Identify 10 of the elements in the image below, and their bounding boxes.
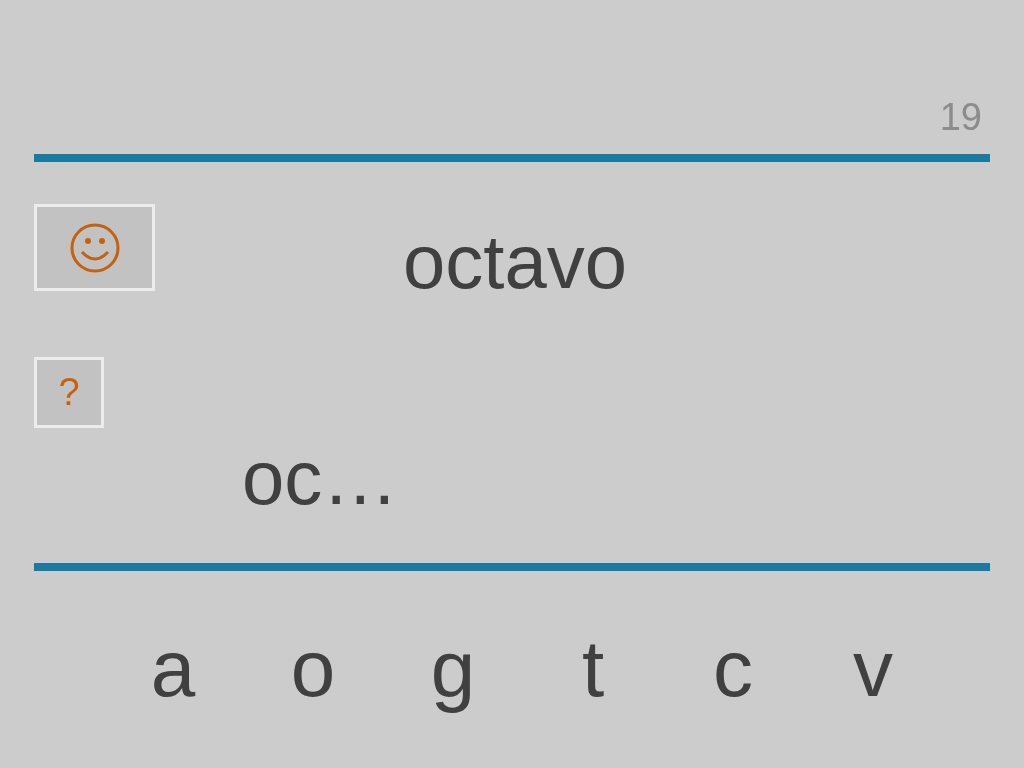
letter-key[interactable]: c (713, 629, 753, 709)
letter-key[interactable]: o (290, 629, 336, 709)
smiley-icon (68, 221, 121, 274)
answer-text: oc… (242, 440, 399, 516)
word: octavo (403, 224, 627, 300)
letter-key[interactable]: a (150, 629, 196, 709)
page-number: 19 (939, 98, 982, 136)
smiley-button[interactable] (34, 204, 155, 291)
letter-key[interactable]: t (581, 629, 605, 709)
letter-key[interactable]: v (853, 629, 893, 709)
